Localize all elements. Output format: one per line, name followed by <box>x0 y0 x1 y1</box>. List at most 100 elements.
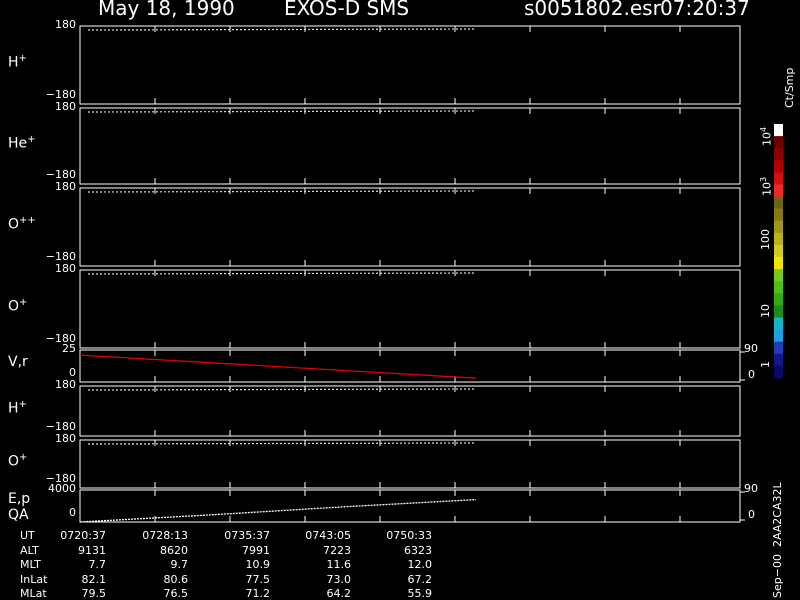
ephem-row-name: InLat <box>20 572 48 586</box>
panel-label-2: O++ <box>8 215 36 233</box>
colorbar-tick-1: 10 <box>759 304 772 318</box>
ephem-cell: 76.5 <box>163 587 189 600</box>
panel-label-sup: + <box>19 452 28 463</box>
colorbar-tick-sup: 3 <box>759 176 768 182</box>
colorbar-segment-13 <box>774 281 783 294</box>
y-max-label-4: 25 <box>62 342 76 355</box>
panel-label-5: H+ <box>8 399 27 417</box>
colorbar-segment-20 <box>774 365 783 379</box>
angle-track-0 <box>87 28 477 31</box>
panel-frame-3 <box>79 269 741 349</box>
ephem-cell: 9.7 <box>170 558 189 571</box>
right-axis-top-4: 90 <box>744 342 758 355</box>
colorbar-segment-11 <box>774 257 783 270</box>
ephem-cell: 79.5 <box>81 587 107 600</box>
colorbar-segment-12 <box>774 269 783 282</box>
ephem-cell: 67.2 <box>407 572 433 586</box>
panel-label-0: H+ <box>8 53 27 71</box>
right-axis-top-7: 90 <box>744 482 758 495</box>
colorbar-tick-text: 100 <box>759 229 772 250</box>
colorbar-tick-text: 10 <box>759 304 772 318</box>
y-max-label-5: 180 <box>55 378 76 391</box>
colorbar-segment-10 <box>774 244 783 258</box>
panel-label-text: E,p <box>8 491 31 507</box>
panel-label-4: V,r <box>8 354 28 370</box>
ephem-cell: 8620 <box>160 543 188 557</box>
right-axis-bottom-7: 0 <box>748 508 755 521</box>
panel-frame-6 <box>79 439 741 489</box>
ephem-cell: 12.0 <box>407 558 433 571</box>
chart-canvas <box>79 25 783 523</box>
ephem-cell: 10.9 <box>245 558 271 571</box>
colorbar-segment-15 <box>774 305 783 319</box>
panel-label-text: V,r <box>8 354 28 370</box>
header-instrument: EXOS-D SMS <box>284 0 410 20</box>
ephem-row-name: MLT <box>20 558 41 571</box>
colorbar-segment-18 <box>774 341 783 355</box>
panel-label-text: H <box>8 400 19 417</box>
colorbar-segment-6 <box>774 196 783 210</box>
panel-label-sup: ++ <box>19 215 36 226</box>
colorbar-segment-8 <box>774 220 783 234</box>
colorbar-segment-17 <box>774 329 783 343</box>
panel-label-6: O+ <box>8 452 27 470</box>
angle-track-2 <box>87 190 477 193</box>
angle-track-6 <box>87 442 477 445</box>
colorbar-segment-0 <box>774 124 783 137</box>
right-axis-bottom-4: 0 <box>748 368 755 381</box>
panel-frame-5 <box>79 385 741 437</box>
ephem-row-name: ALT <box>20 543 39 557</box>
ephem-cell: 0743:05 <box>305 529 351 542</box>
colorbar-tick-text: 10 <box>760 132 774 146</box>
y-max-label-0: 180 <box>55 18 76 31</box>
colorbar-tick-4: 104 <box>759 127 774 146</box>
panel-label-text: He <box>8 135 28 152</box>
ephem-cell: 80.6 <box>163 572 189 586</box>
panel-label-text: O <box>8 453 20 470</box>
panel-label-text: H <box>8 54 19 71</box>
panel-label-sup: + <box>27 134 36 145</box>
header-date: May 18, 1990 <box>98 0 235 20</box>
colorbar-tick-text: 10 <box>760 182 774 196</box>
panel-label-text: O <box>8 298 20 315</box>
ephem-row-name: MLat <box>20 587 47 600</box>
panel-frame-4 <box>79 349 741 383</box>
colorbar-tick-sup: 4 <box>759 126 768 132</box>
panel-label-3: O+ <box>8 297 27 315</box>
header-file: s0051802.esr <box>524 0 661 20</box>
angle-track-3 <box>87 272 477 275</box>
colorbar-segment-14 <box>774 293 783 306</box>
colorbar-tick-text: 1 <box>759 361 772 368</box>
angle-track-5 <box>87 388 477 391</box>
colorbar-segment-7 <box>774 208 783 222</box>
colorbar-tick-3: 103 <box>759 177 774 196</box>
y-max-label-7: 4000 <box>48 482 76 495</box>
colorbar-segment-9 <box>774 232 783 246</box>
colorbar-title: Ct/Smp <box>783 67 796 108</box>
panel-label-secondary: QA <box>8 507 29 523</box>
ephem-cell: 73.0 <box>326 572 352 586</box>
header-time: 07:20:37 <box>660 0 750 20</box>
panel-label-sup: + <box>19 297 28 308</box>
y-max-label-2: 180 <box>55 180 76 193</box>
ephem-cell: 77.5 <box>245 572 271 586</box>
y-max-label-1: 180 <box>55 100 76 113</box>
series-line-vr <box>79 354 477 379</box>
ephem-cell: 64.2 <box>326 587 352 600</box>
ephem-cell: 71.2 <box>245 587 271 600</box>
panel-frame-2 <box>79 187 741 267</box>
ephem-cell: 0720:37 <box>60 529 106 542</box>
colorbar-segment-3 <box>774 160 783 173</box>
ephem-cell: 9131 <box>78 543 106 557</box>
panel-label-sup: + <box>18 399 27 410</box>
series-line-ep <box>79 498 477 523</box>
ephem-cell: 0728:13 <box>142 529 188 542</box>
panel-label-sup: + <box>18 53 27 64</box>
ephem-cell: 11.6 <box>326 558 352 571</box>
colorbar-tick-0: 1 <box>759 361 772 368</box>
colorbar-segment-1 <box>774 136 783 149</box>
y-max-label-6: 180 <box>55 432 76 445</box>
colorbar-tick-2: 100 <box>759 229 772 250</box>
panel-frame-1 <box>79 107 741 185</box>
panel-frame-0 <box>79 25 741 105</box>
